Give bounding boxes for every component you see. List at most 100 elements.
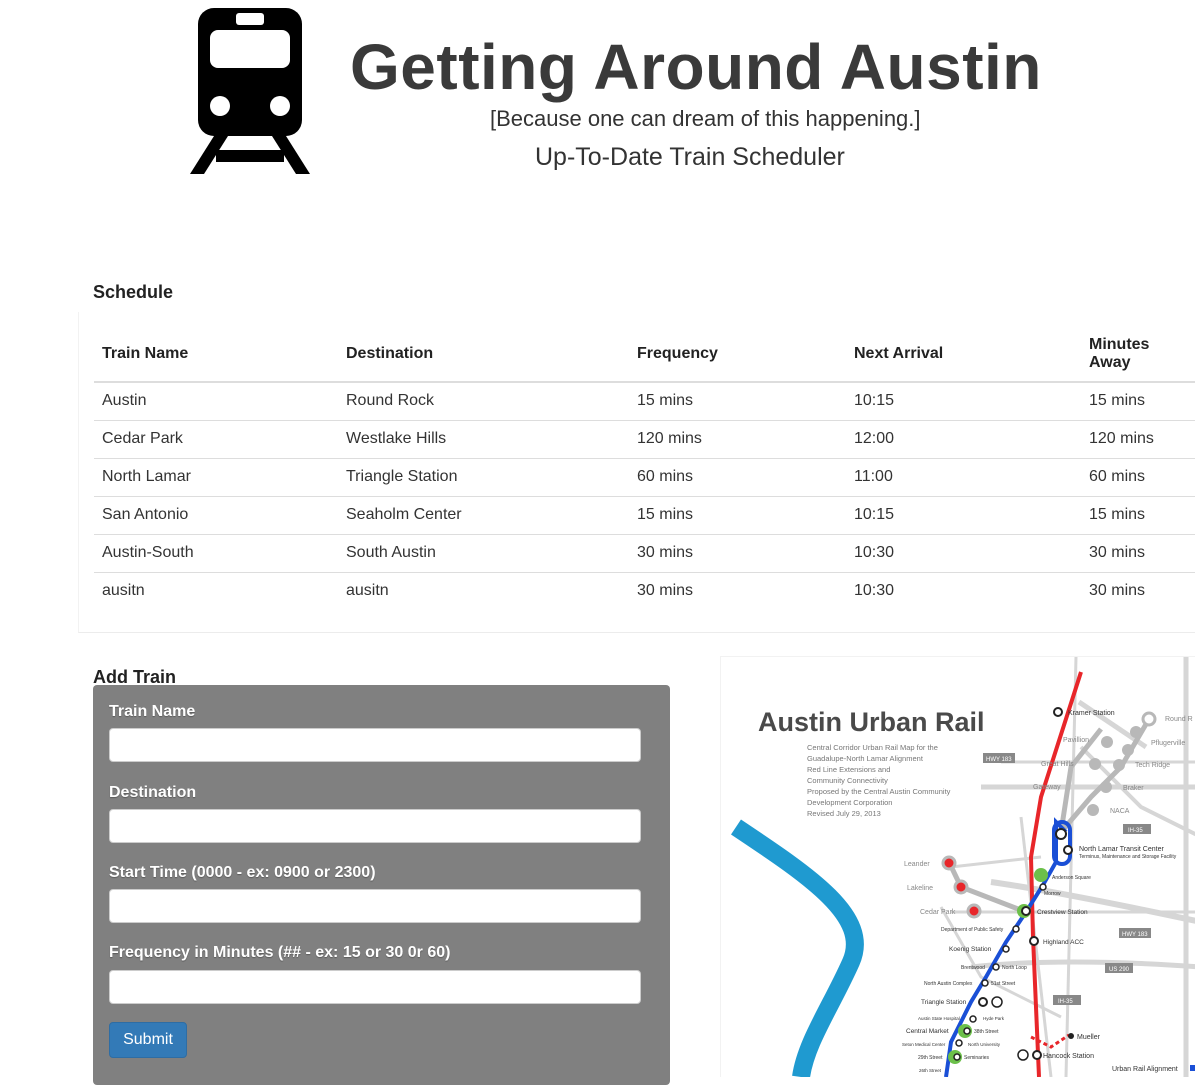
station-label: Hancock Station — [1043, 1053, 1094, 1060]
cell-train-name: Cedar Park — [94, 420, 338, 459]
station-label: 29th Street — [918, 1055, 943, 1061]
table-row: ausitn ausitn 30 mins 10:30 30 mins — [94, 573, 1195, 611]
train-name-input[interactable] — [109, 728, 641, 762]
page-title: Getting Around Austin — [350, 31, 1042, 103]
road-sign: IH-35 — [1058, 999, 1073, 1005]
station-label: Anderson Square — [1052, 875, 1091, 881]
cell-frequency: 15 mins — [629, 496, 846, 535]
cell-minutes-away: 30 mins — [1081, 534, 1195, 573]
station-label: Austin State Hospital — [918, 1016, 960, 1021]
start-time-label: Start Time (0000 - ex: 0900 or 2300) — [109, 864, 376, 881]
map-legend-swatch — [1190, 1065, 1195, 1071]
station-label: Mueller — [1077, 1034, 1101, 1041]
destination-label: Destination — [109, 784, 197, 801]
station-label: Seminaries — [964, 1055, 990, 1061]
submit-button[interactable]: Submit — [109, 1022, 187, 1058]
map-description-line: Revised July 29, 2013 — [807, 809, 881, 818]
cell-train-name: North Lamar — [94, 458, 338, 497]
column-header-next-arrival: Next Arrival — [846, 326, 1081, 383]
cell-destination: Triangle Station — [338, 458, 629, 497]
station-label: North Lamar Transit Center — [1079, 846, 1164, 853]
cell-minutes-away: 30 mins — [1089, 582, 1146, 599]
schedule-panel: Train Name Destination Frequency Next Ar… — [78, 312, 1195, 633]
cell-next-arrival: 12:00 — [846, 420, 1081, 459]
tagline: [Because one can dream of this happening… — [490, 106, 921, 131]
station-label: Morrow — [1044, 891, 1061, 897]
map-description-line: Proposed by the Central Austin Community — [807, 787, 951, 796]
map-description-line: Red Line Extensions and — [807, 765, 890, 774]
column-header-frequency: Frequency — [629, 326, 846, 383]
cell-minutes-away: 15 mins — [1081, 496, 1195, 535]
map-description-line: Community Connectivity — [807, 776, 888, 785]
station-sublabel: Terminus, Maintenance and Storage Facili… — [1079, 854, 1177, 860]
station-label: Kramer Station — [1068, 710, 1115, 717]
station-label: Hyde Park — [983, 1016, 1005, 1021]
road-sign: US 290 — [1109, 967, 1130, 973]
station-label: Central Market — [906, 1028, 949, 1035]
station-label: Cedar Park — [920, 909, 956, 916]
cell-train-name: Austin-South — [94, 534, 338, 573]
cell-frequency: 30 mins — [637, 582, 694, 599]
station-label: Seton Medical Center — [902, 1042, 946, 1047]
column-header-train-name: Train Name — [94, 326, 338, 383]
cell-destination: Seaholm Center — [338, 496, 629, 535]
station-label: North Austin Complex — [924, 981, 973, 987]
add-train-form: Train Name Destination Start Time (0000 … — [93, 685, 670, 1085]
cell-frequency: 60 mins — [629, 458, 846, 497]
cell-next-arrival: 10:15 — [846, 382, 1081, 421]
destination-input[interactable] — [109, 809, 641, 843]
map-legend-label: Urban Rail Alignment — [1112, 1066, 1178, 1073]
station-label: Great Hills — [1041, 761, 1074, 768]
cell-train-name: San Antonio — [94, 496, 338, 535]
station-label: Pavillion — [1063, 737, 1089, 744]
cell-next-arrival: 10:30 — [854, 582, 895, 599]
station-label: Tech Ridge — [1135, 762, 1170, 769]
station-label: NACA — [1110, 808, 1130, 815]
table-row: Austin Round Rock 15 mins 10:15 15 mins — [94, 382, 1195, 421]
cell-destination: ausitn — [346, 582, 389, 599]
station-label: Crestview Station — [1037, 909, 1088, 916]
table-row: Cedar Park Westlake Hills 120 mins 12:00… — [94, 420, 1195, 459]
station-label: Brentwood — [961, 965, 985, 971]
station-label: North University — [968, 1042, 1001, 1047]
cell-frequency: 30 mins — [629, 534, 846, 573]
table-row: North Lamar Triangle Station 60 mins 11:… — [94, 458, 1195, 497]
gray-line-pavillion — [1058, 727, 1103, 833]
station-label: 51st Street — [991, 981, 1016, 987]
station-label: Leander — [904, 861, 930, 868]
station-label: Koenig Station — [949, 946, 992, 953]
cell-frequency: 120 mins — [629, 420, 846, 459]
cell-train-name: ausitn — [102, 582, 145, 599]
map-description-line: Central Corridor Urban Rail Map for the — [807, 743, 938, 752]
cell-next-arrival: 10:30 — [846, 534, 1081, 573]
station-label: Gateway — [1033, 784, 1061, 791]
road-sign: IH-35 — [1128, 828, 1143, 834]
station-label: Round R — [1165, 716, 1193, 723]
cell-minutes-away: 120 mins — [1081, 420, 1195, 459]
schedule-table: Train Name Destination Frequency Next Ar… — [94, 326, 1195, 610]
map-description-line: Guadalupe-North Lamar Alignment — [807, 754, 924, 763]
train-name-label: Train Name — [109, 703, 196, 720]
column-header-destination: Destination — [338, 326, 629, 383]
table-row: Austin-South South Austin 30 mins 10:30 … — [94, 534, 1195, 573]
station-label: Lakeline — [907, 885, 933, 892]
road-sign: HWY 183 — [986, 757, 1012, 763]
station-label: Pflugerville — [1151, 740, 1185, 747]
column-header-minutes-away: Minutes Away — [1081, 326, 1195, 383]
map-title: Austin Urban Rail — [758, 707, 985, 737]
table-header-row: Train Name Destination Frequency Next Ar… — [94, 326, 1195, 383]
start-time-input[interactable] — [109, 889, 641, 923]
river — [731, 819, 864, 1077]
map-description-line: Development Corporation — [807, 798, 892, 807]
station-label: 38th Street — [974, 1029, 999, 1035]
cell-destination: South Austin — [338, 534, 629, 573]
train-icon — [190, 8, 310, 174]
cell-next-arrival: 11:00 — [846, 458, 1081, 497]
frequency-label: Frequency in Minutes (## - ex: 15 or 30 … — [109, 944, 451, 961]
cell-train-name: Austin — [94, 382, 338, 421]
subtitle: Up-To-Date Train Scheduler — [535, 143, 845, 171]
schedule-heading: Schedule — [93, 282, 174, 302]
cell-destination: Round Rock — [338, 382, 629, 421]
frequency-input[interactable] — [109, 970, 641, 1004]
cell-minutes-away: 15 mins — [1081, 382, 1195, 421]
